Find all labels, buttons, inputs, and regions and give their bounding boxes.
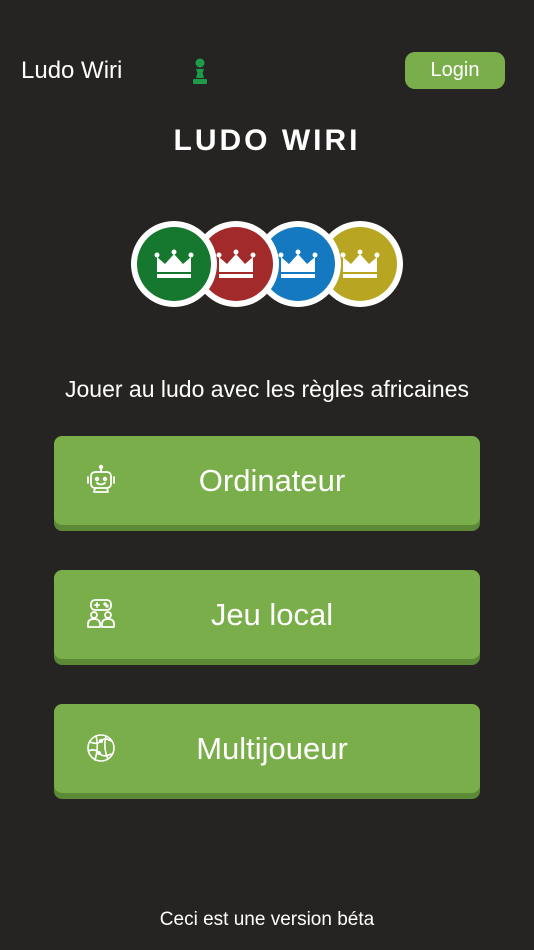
hero-title: LUDO WIRI bbox=[173, 124, 361, 157]
beta-notice: Ceci est une version béta bbox=[159, 909, 375, 930]
pawn-icon bbox=[193, 58, 207, 84]
multiplayer-label: Multijoueur bbox=[196, 731, 348, 766]
ludo-logo bbox=[131, 221, 403, 307]
login-button[interactable]: Login bbox=[405, 52, 505, 89]
multiplayer-button[interactable]: Multijoueur bbox=[54, 704, 480, 793]
local-game-button[interactable]: Jeu local bbox=[54, 570, 480, 659]
local-game-label: Jeu local bbox=[210, 597, 334, 632]
computer-mode-button[interactable]: Ordinateur bbox=[54, 436, 480, 525]
tagline: Jouer au ludo avec les règles africaines bbox=[64, 376, 469, 402]
token-green bbox=[131, 221, 217, 307]
app-title: Ludo Wiri bbox=[21, 57, 123, 84]
computer-mode-label: Ordinateur bbox=[198, 463, 346, 498]
